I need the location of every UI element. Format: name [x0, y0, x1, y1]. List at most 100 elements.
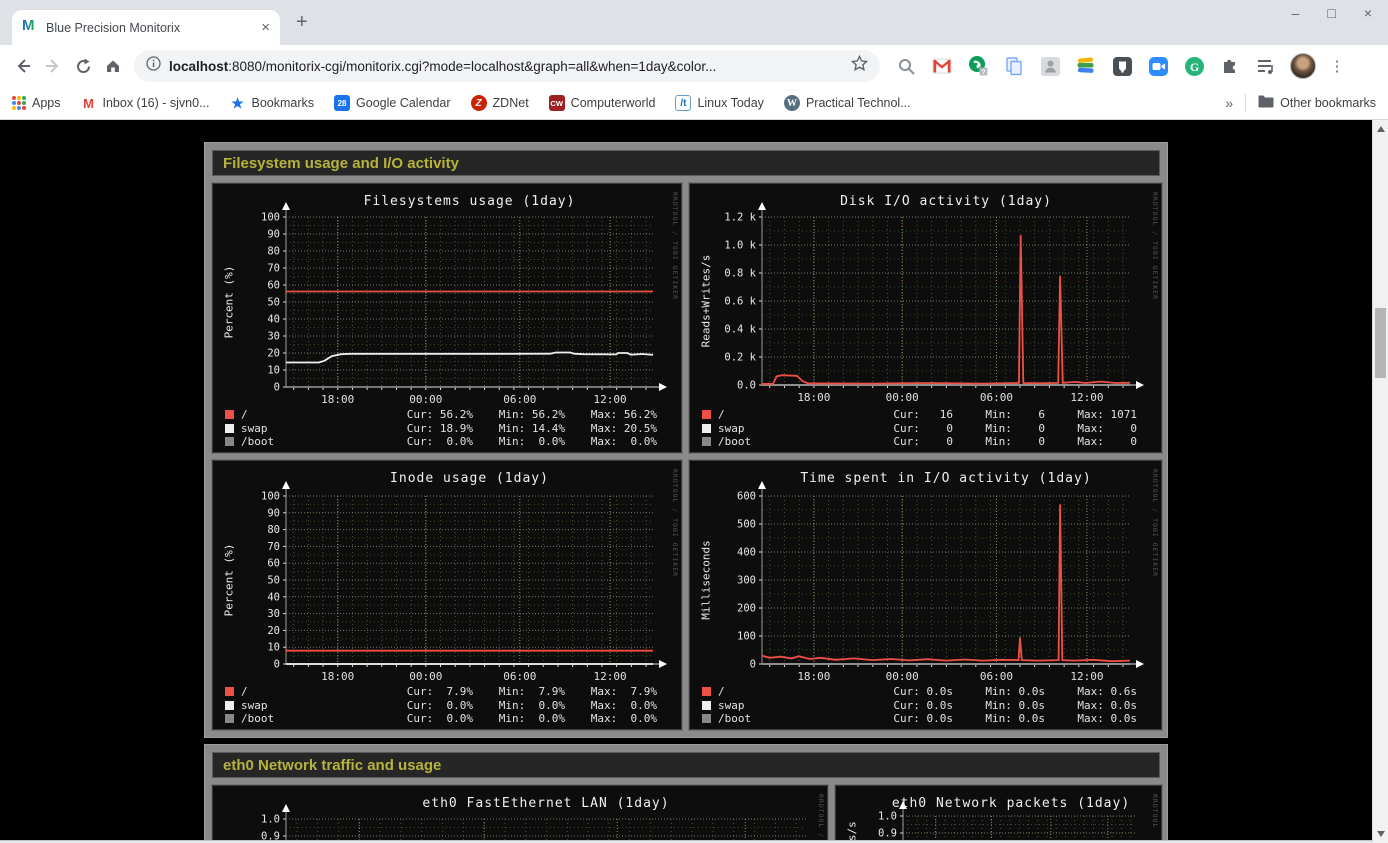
bookmark-google-calendar[interactable]: 28 Google Calendar	[334, 95, 451, 111]
address-bar[interactable]: localhost:8080/monitorix-cgi/monitorix.c…	[134, 50, 880, 82]
browser-menu-icon[interactable]: ⋮	[1328, 54, 1346, 78]
cw-icon: CW	[549, 95, 565, 111]
browser-tab-strip: M Blue Precision Monitorix × + – □ ×	[0, 0, 1388, 45]
graph-title: eth0 Network packets (1day)	[876, 796, 1146, 811]
legend-value: Cur: 0.0s	[861, 685, 953, 699]
bookmarks-overflow-chevron[interactable]: »	[1225, 95, 1233, 111]
url-text[interactable]: localhost:8080/monitorix-cgi/monitorix.c…	[169, 59, 843, 74]
browser-tab[interactable]: M Blue Precision Monitorix ×	[12, 10, 280, 45]
forward-button[interactable]	[38, 51, 68, 81]
legend-value: Cur: 56.2%	[381, 408, 473, 422]
legend-series-name: swap	[225, 699, 381, 713]
legend-value: Min: 14.4%	[473, 422, 565, 436]
books-stack-extension-icon[interactable]	[1074, 54, 1098, 78]
apps-shortcut[interactable]: Apps	[12, 96, 61, 110]
graph-eth0-lan[interactable]: 0.00.10.20.30.40.50.60.70.80.91.0 eth0 F…	[212, 785, 828, 843]
bookmark-label: Computerworld	[571, 96, 656, 110]
playlist-extension-icon[interactable]	[1254, 54, 1278, 78]
bookmark-label: Inbox (16) - sjvn0...	[103, 96, 210, 110]
bookmark-bookmarks[interactable]: ★ Bookmarks	[230, 95, 315, 111]
legend-value: Max: 0.0%	[565, 435, 657, 449]
page-scrollbar[interactable]	[1372, 120, 1388, 843]
svg-text:0.9: 0.9	[878, 828, 897, 840]
legend-value: Min: 0.0s	[953, 699, 1045, 713]
svg-text:20: 20	[267, 625, 280, 637]
other-bookmarks[interactable]: Other bookmarks	[1258, 95, 1376, 111]
legend-series-name: swap	[702, 699, 861, 713]
window-maximize-button[interactable]: □	[1327, 5, 1335, 21]
svg-text:1.0 k: 1.0 k	[724, 240, 756, 252]
copy-pages-extension-icon[interactable]	[1002, 54, 1026, 78]
svg-text:200: 200	[737, 603, 756, 615]
svg-text:12:00: 12:00	[1070, 391, 1103, 404]
search-extension-icon[interactable]	[894, 54, 918, 78]
svg-text:G: G	[1189, 60, 1198, 74]
legend-value: Min: 0.0s	[953, 685, 1045, 699]
scrollbar-thumb[interactable]	[1375, 308, 1386, 378]
section-title-text: Filesystem usage and I/O activity	[223, 155, 459, 172]
svg-text:30: 30	[267, 608, 280, 620]
svg-text:400: 400	[737, 547, 756, 559]
graph-time-in-io[interactable]: 18:0000:0006:0012:000100200300400500600 …	[689, 460, 1162, 730]
graph-y-axis-label: Percent (%)	[223, 266, 236, 339]
gmail-extension-icon[interactable]	[930, 54, 954, 78]
svg-text:18:00: 18:00	[797, 670, 830, 683]
legend-color-swatch	[225, 701, 234, 710]
grammarly-extension-icon[interactable]: G	[1182, 54, 1206, 78]
graph-eth0-packets[interactable]: 0.00.10.20.30.40.50.60.70.80.91.0 eth0 N…	[835, 785, 1162, 843]
legend-value: Min: 0.0s	[953, 712, 1045, 726]
bookmark-star-icon[interactable]	[851, 55, 868, 77]
extensions-puzzle-icon[interactable]	[1218, 54, 1242, 78]
bookmark-computerworld[interactable]: CW Computerworld	[549, 95, 656, 111]
legend-series-name: swap	[225, 422, 381, 436]
svg-text:20: 20	[267, 348, 280, 360]
window-close-button[interactable]: ×	[1364, 5, 1372, 21]
graph-legend: /Cur: 56.2%Min: 56.2%Max: 56.2%swapCur: …	[213, 408, 681, 449]
svg-text:0: 0	[274, 382, 280, 394]
scrollbar-up-arrow-icon[interactable]	[1377, 126, 1385, 132]
graph-legend: /Cur: 0.0sMin: 0.0sMax: 0.6sswapCur: 0.0…	[690, 685, 1161, 726]
graph-filesystems-usage[interactable]: 18:0000:0006:0012:0001020304050607080901…	[212, 183, 682, 453]
tab-close-icon[interactable]: ×	[261, 20, 270, 35]
legend-series-name: /boot	[225, 435, 381, 449]
back-button[interactable]	[8, 51, 38, 81]
legend-value: Max: 56.2%	[565, 408, 657, 422]
person-extension-icon[interactable]	[1038, 54, 1062, 78]
svg-text:12:00: 12:00	[593, 670, 626, 683]
legend-value: Cur: 0.0%	[381, 699, 473, 713]
new-tab-button[interactable]: +	[296, 11, 308, 34]
home-button[interactable]	[98, 51, 128, 81]
chart-plot: 0.00.10.20.30.40.50.60.70.80.91.0	[836, 786, 1162, 843]
profile-avatar[interactable]	[1290, 53, 1316, 79]
star-icon: ★	[230, 95, 246, 111]
legend-value: Max: 0.0s	[1045, 712, 1137, 726]
graph-title: Filesystems usage (1day)	[286, 194, 653, 209]
reload-button[interactable]	[68, 51, 98, 81]
legend-series-name: /boot	[225, 712, 381, 726]
google-voice-extension-icon[interactable]: ?	[966, 54, 990, 78]
keeper-extension-icon[interactable]	[1110, 54, 1134, 78]
legend-value: Max: 0.0s	[1045, 699, 1137, 713]
gmail-icon: M	[81, 95, 97, 111]
legend-value: Max: 0.0%	[565, 699, 657, 713]
bookmark-practical-technology[interactable]: W Practical Technol...	[784, 95, 911, 111]
scrollbar-down-arrow-icon[interactable]	[1377, 831, 1385, 837]
legend-color-swatch	[702, 714, 711, 723]
graph-disk-io-activity[interactable]: 18:0000:0006:0012:000.00.2 k0.4 k0.6 k0.…	[689, 183, 1162, 453]
svg-text:10: 10	[267, 642, 280, 654]
legend-color-swatch	[225, 437, 234, 446]
zoom-extension-icon[interactable]	[1146, 54, 1170, 78]
svg-text:50: 50	[267, 575, 280, 587]
svg-text:40: 40	[267, 591, 280, 603]
bookmark-zdnet[interactable]: Z ZDNet	[471, 95, 529, 111]
graph-inode-usage[interactable]: 18:0000:0006:0012:0001020304050607080901…	[212, 460, 682, 730]
browser-toolbar: localhost:8080/monitorix-cgi/monitorix.c…	[0, 45, 1388, 87]
bookmark-inbox[interactable]: M Inbox (16) - sjvn0...	[81, 95, 210, 111]
bookmark-linux-today[interactable]: /t Linux Today	[675, 95, 764, 111]
page-info-icon[interactable]	[146, 56, 161, 76]
section-title-text: eth0 Network traffic and usage	[223, 757, 441, 774]
svg-text:06:00: 06:00	[980, 670, 1013, 683]
chart-plot: 0.00.10.20.30.40.50.60.70.80.91.0	[213, 786, 828, 843]
graph-title: Disk I/O activity (1day)	[762, 194, 1130, 209]
window-minimize-button[interactable]: –	[1292, 5, 1300, 21]
